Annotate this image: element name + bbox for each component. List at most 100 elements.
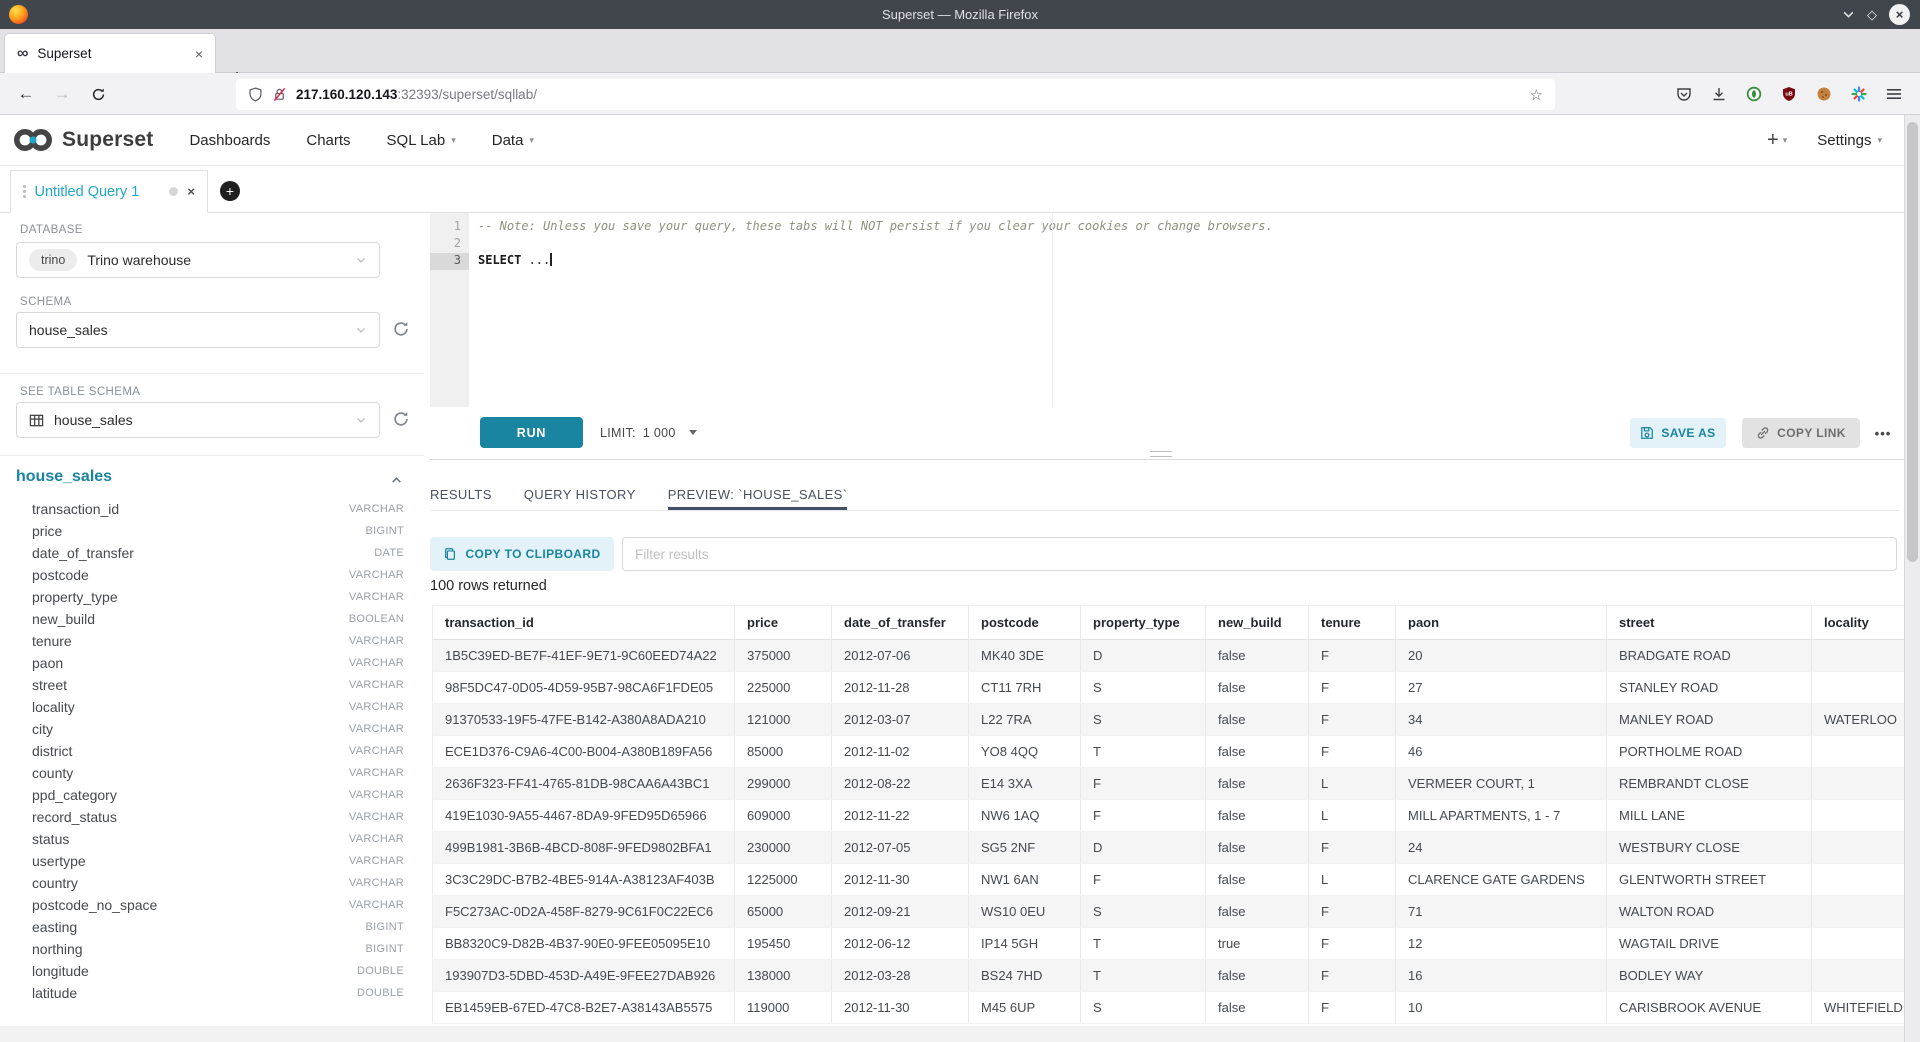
nav-item-data[interactable]: Data▾: [492, 132, 534, 149]
superset-brand[interactable]: Superset: [12, 126, 153, 154]
column-row[interactable]: ppd_categoryVARCHAR: [0, 784, 424, 806]
column-row[interactable]: latitudeDOUBLE: [0, 982, 424, 1004]
column-row[interactable]: cityVARCHAR: [0, 718, 424, 740]
table-row[interactable]: 2636F323-FF41-4765-81DB-98CAA6A43BC12990…: [433, 768, 1916, 800]
refresh-schema-icon[interactable]: [392, 320, 412, 340]
query-tab[interactable]: Untitled Query 1 ×: [10, 170, 208, 213]
column-row[interactable]: countyVARCHAR: [0, 762, 424, 784]
scrollbar-thumb[interactable]: [1907, 122, 1918, 562]
column-row[interactable]: postcode_no_spaceVARCHAR: [0, 894, 424, 916]
column-row[interactable]: record_statusVARCHAR: [0, 806, 424, 828]
forward-icon[interactable]: →: [48, 73, 76, 115]
url-bar[interactable]: 217.160.120.143:32393/superset/sqllab/ ☆: [236, 79, 1555, 110]
gutter-line-number: 2: [430, 236, 469, 253]
add-new-button[interactable]: +▾: [1767, 129, 1787, 152]
table-row[interactable]: F5C273AC-0D2A-458F-8279-9C61F0C22EC66500…: [433, 896, 1916, 928]
ublock-icon[interactable]: uB: [1781, 86, 1797, 102]
settings-menu[interactable]: Settings▾: [1817, 132, 1882, 149]
column-row[interactable]: statusVARCHAR: [0, 828, 424, 850]
cookie-icon[interactable]: [1816, 86, 1832, 102]
column-row[interactable]: tenureVARCHAR: [0, 630, 424, 652]
nav-item-dashboards[interactable]: Dashboards: [189, 132, 270, 149]
column-header-tenure[interactable]: tenure: [1309, 606, 1396, 640]
table-row[interactable]: 1B5C39ED-BE7F-41EF-9E71-9C60EED74A223750…: [433, 640, 1916, 672]
column-header-paon[interactable]: paon: [1396, 606, 1607, 640]
column-header-property_type[interactable]: property_type: [1081, 606, 1206, 640]
table-row[interactable]: EB1459EB-67ED-47C8-B2E7-A38143AB55751190…: [433, 992, 1916, 1024]
bookmark-star-icon[interactable]: ☆: [1530, 86, 1543, 104]
download-icon[interactable]: [1711, 86, 1727, 102]
copy-link-button[interactable]: COPY LINK: [1742, 418, 1860, 448]
sql-text: ...: [521, 253, 550, 267]
column-row[interactable]: postcodeVARCHAR: [0, 564, 424, 586]
column-row[interactable]: priceBIGINT: [0, 520, 424, 542]
table-row[interactable]: 499B1981-3B6B-4BCD-808F-9FED9802BFA12300…: [433, 832, 1916, 864]
table-select[interactable]: house_sales: [16, 402, 380, 438]
table-row[interactable]: 98F5DC47-0D05-4D59-95B7-98CA6F1FDE052250…: [433, 672, 1916, 704]
limit-dropdown[interactable]: LIMIT: 1 000: [600, 417, 697, 448]
filter-results-input[interactable]: [622, 537, 1897, 571]
table-cell: VERMEER COURT, 1: [1396, 768, 1607, 800]
column-row[interactable]: streetVARCHAR: [0, 674, 424, 696]
maximize-icon[interactable]: ◇: [1867, 8, 1877, 21]
column-header-transaction_id[interactable]: transaction_id: [433, 606, 735, 640]
chevron-up-icon[interactable]: [390, 474, 403, 487]
save-as-button[interactable]: SAVE AS: [1630, 418, 1726, 448]
refresh-table-icon[interactable]: [392, 410, 412, 430]
extension-pinwheel-icon[interactable]: [1851, 86, 1867, 102]
schema-select[interactable]: house_sales: [16, 312, 380, 348]
column-row[interactable]: districtVARCHAR: [0, 740, 424, 762]
column-row[interactable]: northingBIGINT: [0, 938, 424, 960]
lock-slash-icon[interactable]: [272, 87, 287, 102]
results-tab-preview[interactable]: PREVIEW: `HOUSE_SALES`: [668, 478, 848, 510]
nav-item-sql-lab[interactable]: SQL Lab▾: [387, 132, 456, 149]
column-header-price[interactable]: price: [735, 606, 832, 640]
browser-tab[interactable]: ∞ Superset ×: [4, 33, 216, 73]
table-row[interactable]: 3C3C29DC-B7B2-4BE5-914A-A38123AF403B1225…: [433, 864, 1916, 896]
column-row[interactable]: eastingBIGINT: [0, 916, 424, 938]
results-tab-query-history[interactable]: QUERY HISTORY: [524, 478, 636, 510]
add-query-tab-button[interactable]: +: [220, 181, 240, 201]
results-tab-results[interactable]: RESULTS: [430, 478, 492, 510]
more-options-button[interactable]: •••: [1866, 418, 1900, 448]
column-row[interactable]: longitudeDOUBLE: [0, 960, 424, 982]
column-header-street[interactable]: street: [1607, 606, 1812, 640]
window-close-icon[interactable]: ×: [1889, 4, 1910, 25]
column-row[interactable]: usertypeVARCHAR: [0, 850, 424, 872]
pocket-icon[interactable]: [1676, 86, 1692, 102]
column-header-date_of_transfer[interactable]: date_of_transfer: [832, 606, 969, 640]
shield-icon[interactable]: [248, 87, 263, 102]
column-row[interactable]: paonVARCHAR: [0, 652, 424, 674]
extension-green-icon[interactable]: [1746, 86, 1762, 102]
table-schema-title[interactable]: house_sales: [16, 468, 112, 486]
column-header-locality[interactable]: locality: [1812, 606, 1916, 640]
database-select[interactable]: trino Trino warehouse: [16, 242, 380, 278]
column-row[interactable]: new_buildBOOLEAN: [0, 608, 424, 630]
minimize-icon[interactable]: [1842, 8, 1855, 21]
back-icon[interactable]: ←: [12, 73, 40, 115]
column-header-new_build[interactable]: new_build: [1206, 606, 1309, 640]
column-row[interactable]: localityVARCHAR: [0, 696, 424, 718]
tab-close-icon[interactable]: ×: [195, 46, 203, 62]
column-row[interactable]: property_typeVARCHAR: [0, 586, 424, 608]
column-row[interactable]: transaction_idVARCHAR: [0, 498, 424, 520]
table-row[interactable]: 419E1030-9A55-4467-8DA9-9FED95D659666090…: [433, 800, 1916, 832]
sql-editor[interactable]: 123 -- Note: Unless you save your query,…: [430, 213, 1904, 407]
table-row[interactable]: BB8320C9-D82B-4B37-90E0-9FEE05095E101954…: [433, 928, 1916, 960]
table-row[interactable]: 193907D3-5DBD-453D-A49E-9FEE27DAB9261380…: [433, 960, 1916, 992]
reload-icon[interactable]: [84, 73, 112, 115]
run-button[interactable]: RUN: [480, 417, 583, 448]
table-row[interactable]: ECE1D376-C9A6-4C00-B004-A380B189FA568500…: [433, 736, 1916, 768]
column-row[interactable]: countryVARCHAR: [0, 872, 424, 894]
query-tab-close-icon[interactable]: ×: [187, 184, 195, 199]
drag-handle-icon[interactable]: [23, 185, 26, 198]
copy-to-clipboard-button[interactable]: COPY TO CLIPBOARD: [430, 537, 614, 571]
menu-icon[interactable]: [1886, 87, 1902, 101]
column-header-postcode[interactable]: postcode: [969, 606, 1081, 640]
table-row[interactable]: 91370533-19F5-47FE-B142-A380A8ADA2101210…: [433, 704, 1916, 736]
editor-code[interactable]: -- Note: Unless you save your query, the…: [478, 219, 1904, 270]
page-scrollbar[interactable]: [1904, 115, 1920, 1042]
pane-resize-handle[interactable]: [1150, 451, 1172, 457]
column-row[interactable]: date_of_transferDATE: [0, 542, 424, 564]
nav-item-charts[interactable]: Charts: [306, 132, 350, 149]
